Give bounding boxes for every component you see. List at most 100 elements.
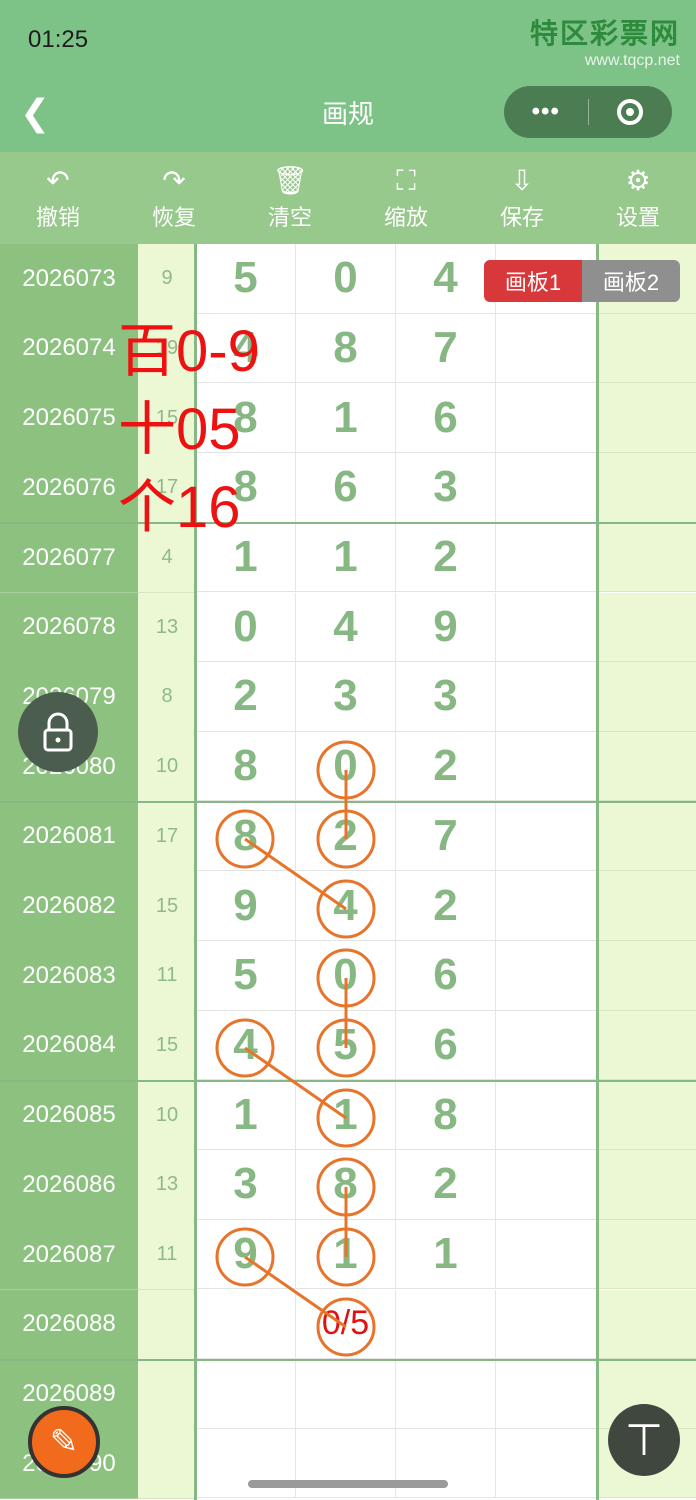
- digit-cell[interactable]: 1: [296, 1080, 396, 1150]
- board-1-tab[interactable]: 画板1: [484, 260, 582, 302]
- sum-cell: 15: [138, 871, 196, 942]
- digit-cell[interactable]: [296, 1428, 396, 1499]
- digit-cell[interactable]: 0: [296, 244, 396, 314]
- period-cell: 2026086: [0, 1150, 138, 1221]
- pen-icon: ✎: [49, 1423, 79, 1461]
- blank-cell: [496, 313, 598, 384]
- table-row: 2026084 15 4 5 6: [0, 1010, 696, 1082]
- toolbar-button-2[interactable]: 🗑 清空: [232, 152, 348, 244]
- digit-cell[interactable]: 1: [296, 522, 396, 593]
- toolbar-button-0[interactable]: ↶ 撤销: [0, 152, 116, 244]
- blank-cell: [496, 1010, 598, 1081]
- digit-cell[interactable]: 2: [296, 801, 396, 872]
- digit-cell[interactable]: [396, 1359, 496, 1429]
- digit-cell[interactable]: 2: [396, 731, 496, 802]
- blank-cell: [496, 592, 598, 663]
- blank-cell: [496, 731, 598, 802]
- digit-cell[interactable]: 0/5: [296, 1289, 396, 1360]
- digit-cell[interactable]: 8: [196, 801, 296, 872]
- to-top-icon: ⊤: [624, 1415, 664, 1465]
- digit-cell[interactable]: 6: [396, 1010, 496, 1081]
- digit-cell[interactable]: 3: [396, 453, 496, 523]
- pen-tool-button[interactable]: ✎: [28, 1406, 100, 1478]
- table-row: 2026087 11 9 1 1: [0, 1219, 696, 1291]
- handwritten-note-hundreds: 百0-9: [118, 319, 260, 384]
- table-row: 202608010802: [0, 731, 696, 803]
- digit-cell[interactable]: 2: [196, 662, 296, 732]
- digit-cell[interactable]: 8: [296, 313, 396, 384]
- digit-cell[interactable]: 3: [296, 662, 396, 732]
- board-2-tab[interactable]: 画板2: [582, 260, 680, 302]
- digit-cell[interactable]: 7: [396, 313, 496, 384]
- toolbar-button-4[interactable]: ⇩ 保存: [464, 152, 580, 244]
- lock-button[interactable]: [18, 692, 98, 772]
- digit-cell[interactable]: 6: [396, 383, 496, 453]
- undo-icon: ↶: [46, 165, 70, 196]
- digit-cell[interactable]: [196, 1428, 296, 1499]
- toolbar-button-3[interactable]: ⛶ 缩放: [348, 152, 464, 244]
- digit-cell[interactable]: 8: [396, 1080, 496, 1150]
- toolbar-button-1[interactable]: ↷ 恢复: [116, 152, 232, 244]
- digit-cell[interactable]: 9: [196, 1219, 296, 1290]
- period-cell: 2026081: [0, 801, 138, 873]
- table-row: 2026074 19 4 8 7: [0, 313, 696, 385]
- digit-cell[interactable]: 1: [296, 1219, 396, 1290]
- zoom-icon: ⛶: [396, 165, 416, 196]
- table-row: 2026086 13 3 8 2: [0, 1150, 696, 1221]
- digit-cell[interactable]: 7: [396, 801, 496, 872]
- digit-cell[interactable]: 4: [296, 871, 396, 941]
- handwritten-note-units: 个16: [118, 475, 241, 540]
- blank-cell: [496, 662, 598, 732]
- digit-cell[interactable]: 1: [196, 1080, 296, 1150]
- digit-cell[interactable]: [196, 1289, 296, 1360]
- digit-cell[interactable]: [396, 1428, 496, 1499]
- side-cell: [598, 941, 696, 1011]
- digit-cell[interactable]: 2: [396, 522, 496, 593]
- digit-cell[interactable]: 3: [196, 1150, 296, 1220]
- blank-cell: [496, 1080, 598, 1150]
- digit-cell[interactable]: 4: [196, 1010, 296, 1081]
- digit-cell[interactable]: 0: [296, 731, 396, 802]
- table-row: 2026077 4 1 1 2: [0, 522, 696, 594]
- sum-cell: [138, 1289, 196, 1361]
- period-cell: 2026088: [0, 1289, 138, 1361]
- sum-cell: 11: [138, 941, 196, 1012]
- digit-cell[interactable]: 5: [196, 941, 296, 1011]
- more-button[interactable]: •••: [504, 98, 588, 126]
- digit-cell[interactable]: 6: [396, 941, 496, 1011]
- digit-cell[interactable]: 9: [396, 592, 496, 663]
- toolbar-label: 缩放: [383, 205, 428, 230]
- digit-cell[interactable]: 0: [196, 592, 296, 663]
- watermark-title: 特区彩票网: [529, 18, 680, 49]
- period-cell: 2026087: [0, 1219, 138, 1291]
- digit-cell[interactable]: 8: [296, 1150, 396, 1220]
- blank-cell: [496, 801, 598, 872]
- side-cell: [598, 1219, 696, 1290]
- digit-cell[interactable]: 5: [296, 1010, 396, 1081]
- table-row: 2026085 10 1 1 8: [0, 1080, 696, 1151]
- side-cell: [598, 383, 696, 453]
- sum-cell: 10: [138, 1080, 196, 1151]
- blank-cell: [496, 453, 598, 523]
- digit-cell[interactable]: 3: [396, 662, 496, 732]
- digit-cell[interactable]: 0: [296, 941, 396, 1011]
- digit-cell[interactable]: 8: [196, 731, 296, 802]
- sum-cell: 15: [138, 1010, 196, 1082]
- digit-cell[interactable]: [296, 1359, 396, 1429]
- digit-cell[interactable]: [196, 1359, 296, 1429]
- digit-cell[interactable]: 6: [296, 453, 396, 523]
- close-mini-program-button[interactable]: [589, 99, 673, 125]
- digit-cell[interactable]: 1: [396, 1219, 496, 1290]
- digit-cell[interactable]: 1: [296, 383, 396, 453]
- digit-cell[interactable]: 5: [196, 244, 296, 314]
- digit-cell[interactable]: 4: [396, 244, 496, 314]
- digit-cell[interactable]: 2: [396, 1150, 496, 1220]
- digit-cell[interactable]: 4: [296, 592, 396, 663]
- target-icon: [617, 99, 644, 125]
- digit-cell[interactable]: 2: [396, 871, 496, 941]
- side-cell: [598, 522, 696, 593]
- digit-cell[interactable]: 9: [196, 871, 296, 941]
- scroll-top-button[interactable]: ⊤: [608, 1404, 680, 1476]
- toolbar-button-5[interactable]: ⚙ 设置: [580, 152, 696, 244]
- digit-cell[interactable]: [396, 1289, 496, 1360]
